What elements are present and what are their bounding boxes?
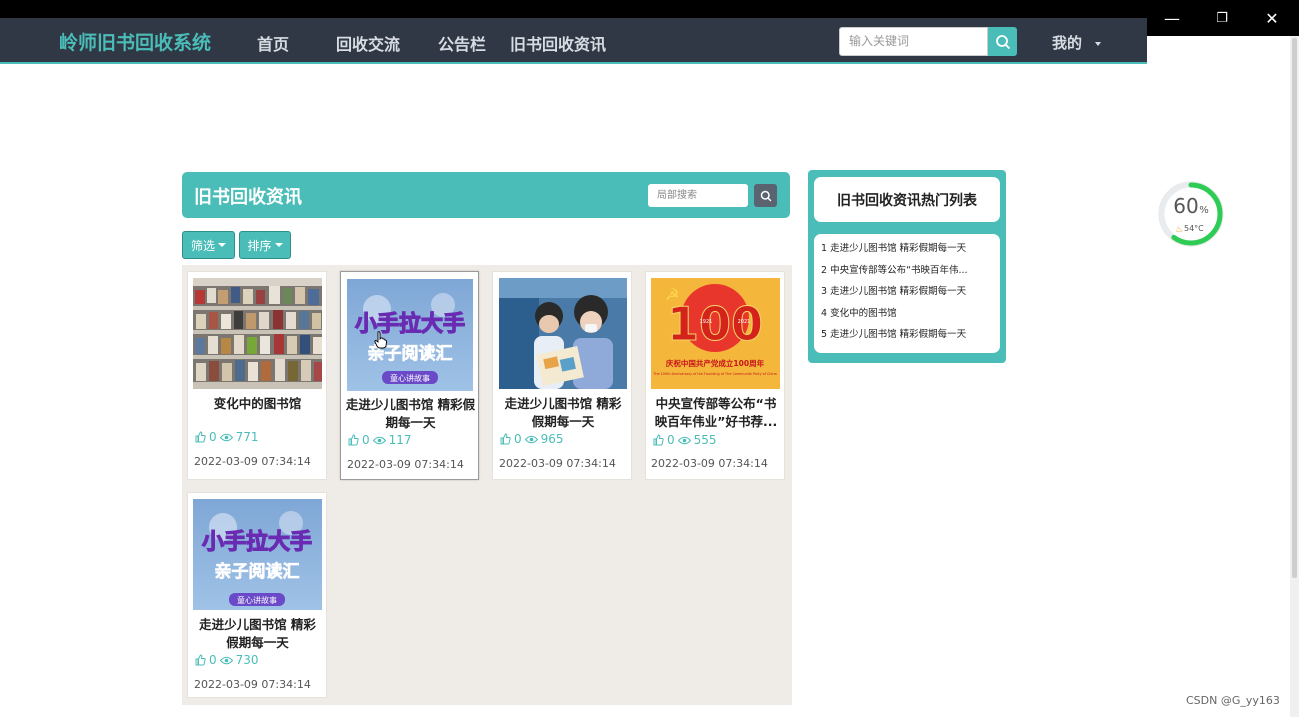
card-image: 小手拉大手 亲子阅读汇 童心讲故事	[193, 499, 322, 610]
like-count: 0	[667, 433, 675, 447]
news-card[interactable]: 小手拉大手 亲子阅读汇 童心讲故事 走进少儿图书馆 精彩假期每一天 0 730 …	[187, 492, 327, 698]
chevron-down-icon	[1095, 41, 1102, 46]
card-date: 2022-03-09 07:34:14	[499, 457, 616, 470]
close-button[interactable]: ✕	[1247, 0, 1297, 36]
top-search-input[interactable]: 输入关键词	[839, 27, 988, 56]
section-header: 旧书回收资讯 局部搜索	[182, 172, 790, 218]
local-search-button[interactable]	[754, 184, 777, 207]
eye-icon	[524, 435, 538, 443]
user-menu-label: 我的	[1052, 34, 1083, 52]
view-count: 730	[235, 653, 259, 667]
nav-link-book-news[interactable]: 旧书回收资讯	[510, 31, 606, 55]
card-title[interactable]: 变化中的图书馆	[193, 395, 322, 413]
hand-cursor-icon	[374, 331, 387, 349]
gauge-unit: %	[1199, 205, 1209, 216]
eye-icon	[372, 436, 386, 444]
like-count: 0	[209, 653, 217, 667]
card-image	[499, 278, 627, 389]
card-image: 100 ☭ 1921 2021 庆祝中国共产党成立100周年 The 100th…	[651, 278, 780, 389]
thumb-year-end: 2021	[738, 319, 751, 325]
flame-icon: ♨	[1175, 225, 1183, 235]
filter-button-label: 筛选	[190, 238, 215, 253]
thumb-subtitle: 亲子阅读汇	[215, 561, 300, 582]
news-card[interactable]: 变化中的图书馆 0 771 2022-03-09 07:34:14	[187, 271, 327, 480]
view-count: 965	[540, 432, 564, 446]
thumb-year-start: 1921	[700, 319, 713, 325]
user-menu[interactable]: 我的	[1052, 32, 1102, 53]
view-count: 771	[235, 430, 259, 444]
eye-icon	[219, 433, 233, 441]
sort-button[interactable]: 排序	[239, 231, 291, 259]
card-stats: 0 771	[195, 430, 259, 444]
watermark: CSDN @G_yy163	[1186, 694, 1280, 707]
card-image	[193, 278, 322, 389]
eye-icon	[219, 656, 233, 664]
gauge-temp: 54°C	[1184, 224, 1204, 233]
window-controls: — ❐ ✕	[1147, 0, 1299, 36]
minimize-button[interactable]: —	[1147, 0, 1197, 36]
card-stats: 0 117	[348, 433, 412, 447]
card-title[interactable]: 走进少儿图书馆 精彩假期每一天	[499, 395, 627, 431]
card-title[interactable]: 走进少儿图书馆 精彩假期每一天	[345, 396, 476, 432]
window-titlebar	[0, 0, 1299, 18]
top-search-button[interactable]	[988, 27, 1017, 56]
news-card[interactable]: 100 ☭ 1921 2021 庆祝中国共产党成立100周年 The 100th…	[645, 271, 785, 480]
thumb-caption-en: The 100th Anniversary of the Founding of…	[652, 372, 776, 376]
local-search-input[interactable]: 局部搜索	[648, 184, 748, 207]
caret-down-icon	[218, 243, 226, 247]
search-icon	[995, 34, 1010, 49]
card-title[interactable]: 中央宣传部等公布“书映百年伟业”好书荐...	[652, 395, 780, 431]
hot-list-panel: 旧书回收资讯热门列表 1 走进少儿图书馆 精彩假期每一天 2 中央宣传部等公布“…	[808, 170, 1006, 363]
card-date: 2022-03-09 07:34:14	[194, 455, 311, 468]
nav-link-home[interactable]: 首页	[257, 31, 289, 55]
hot-list-item[interactable]: 3 走进少儿图书馆 精彩假期每一天	[821, 284, 997, 306]
hot-list-item[interactable]: 1 走进少儿图书馆 精彩假期每一天	[821, 241, 997, 263]
thumbs-up-icon[interactable]	[195, 431, 206, 443]
cpu-gauge-widget[interactable]: 60 % ♨ 54°C	[1156, 179, 1226, 249]
card-date: 2022-03-09 07:34:14	[651, 457, 768, 470]
hot-list-item[interactable]: 5 走进少儿图书馆 精彩假期每一天	[821, 327, 997, 349]
thumb-title: 小手拉大手	[355, 311, 465, 337]
top-navbar: 岭师旧书回收系统 首页 回收交流 公告栏 旧书回收资讯 输入关键词 我的	[0, 18, 1147, 64]
news-card[interactable]: 走进少儿图书馆 精彩假期每一天 0 965 2022-03-09 07:34:1…	[492, 271, 632, 480]
thumbs-up-icon[interactable]	[500, 433, 511, 445]
view-count: 117	[388, 433, 412, 447]
nav-link-notice-board[interactable]: 公告栏	[438, 31, 486, 55]
nav-link-recycle-exchange[interactable]: 回收交流	[336, 31, 400, 55]
like-count: 0	[362, 433, 370, 447]
news-card[interactable]: 小手拉大手 亲子阅读汇 童心讲故事 走进少儿图书馆 精彩假期每一天 0 117 …	[340, 271, 479, 480]
view-count: 555	[693, 433, 717, 447]
section-title: 旧书回收资讯	[194, 187, 302, 208]
site-brand[interactable]: 岭师旧书回收系统	[59, 28, 211, 55]
hot-list-item[interactable]: 2 中央宣传部等公布“书映百年伟...	[821, 263, 997, 285]
hot-list-title: 旧书回收资讯热门列表	[814, 177, 1000, 222]
card-stats: 0 730	[195, 653, 259, 667]
thumb-title: 小手拉大手	[202, 529, 312, 555]
scrollbar-thumb[interactable]	[1292, 38, 1297, 578]
thumbs-up-icon[interactable]	[348, 434, 359, 446]
thumbs-up-icon[interactable]	[195, 654, 206, 666]
hot-list: 1 走进少儿图书馆 精彩假期每一天 2 中央宣传部等公布“书映百年伟... 3 …	[814, 234, 1000, 353]
card-image: 小手拉大手 亲子阅读汇 童心讲故事	[347, 279, 473, 391]
hot-list-item[interactable]: 4 变化中的图书馆	[821, 306, 997, 328]
card-stats: 0 555	[653, 433, 717, 447]
thumbs-up-icon[interactable]	[653, 434, 664, 446]
thumb-badge: 童心讲故事	[390, 373, 430, 383]
hammer-sickle-icon: ☭	[665, 285, 679, 304]
card-title[interactable]: 走进少儿图书馆 精彩假期每一天	[193, 616, 322, 652]
thumb-badge: 童心讲故事	[237, 595, 277, 605]
search-icon	[760, 190, 771, 201]
sort-button-label: 排序	[247, 238, 272, 253]
eye-icon	[677, 436, 691, 444]
card-date: 2022-03-09 07:34:14	[194, 678, 311, 691]
like-count: 0	[514, 432, 522, 446]
thumb-caption-cn: 庆祝中国共产党成立100周年	[665, 358, 765, 368]
filter-button[interactable]: 筛选	[182, 231, 235, 259]
card-stats: 0 965	[500, 432, 564, 446]
card-date: 2022-03-09 07:34:14	[347, 458, 464, 471]
like-count: 0	[209, 430, 217, 444]
gauge-percent: 60	[1173, 194, 1198, 218]
restore-button[interactable]: ❐	[1197, 0, 1247, 36]
caret-down-icon	[274, 243, 283, 247]
